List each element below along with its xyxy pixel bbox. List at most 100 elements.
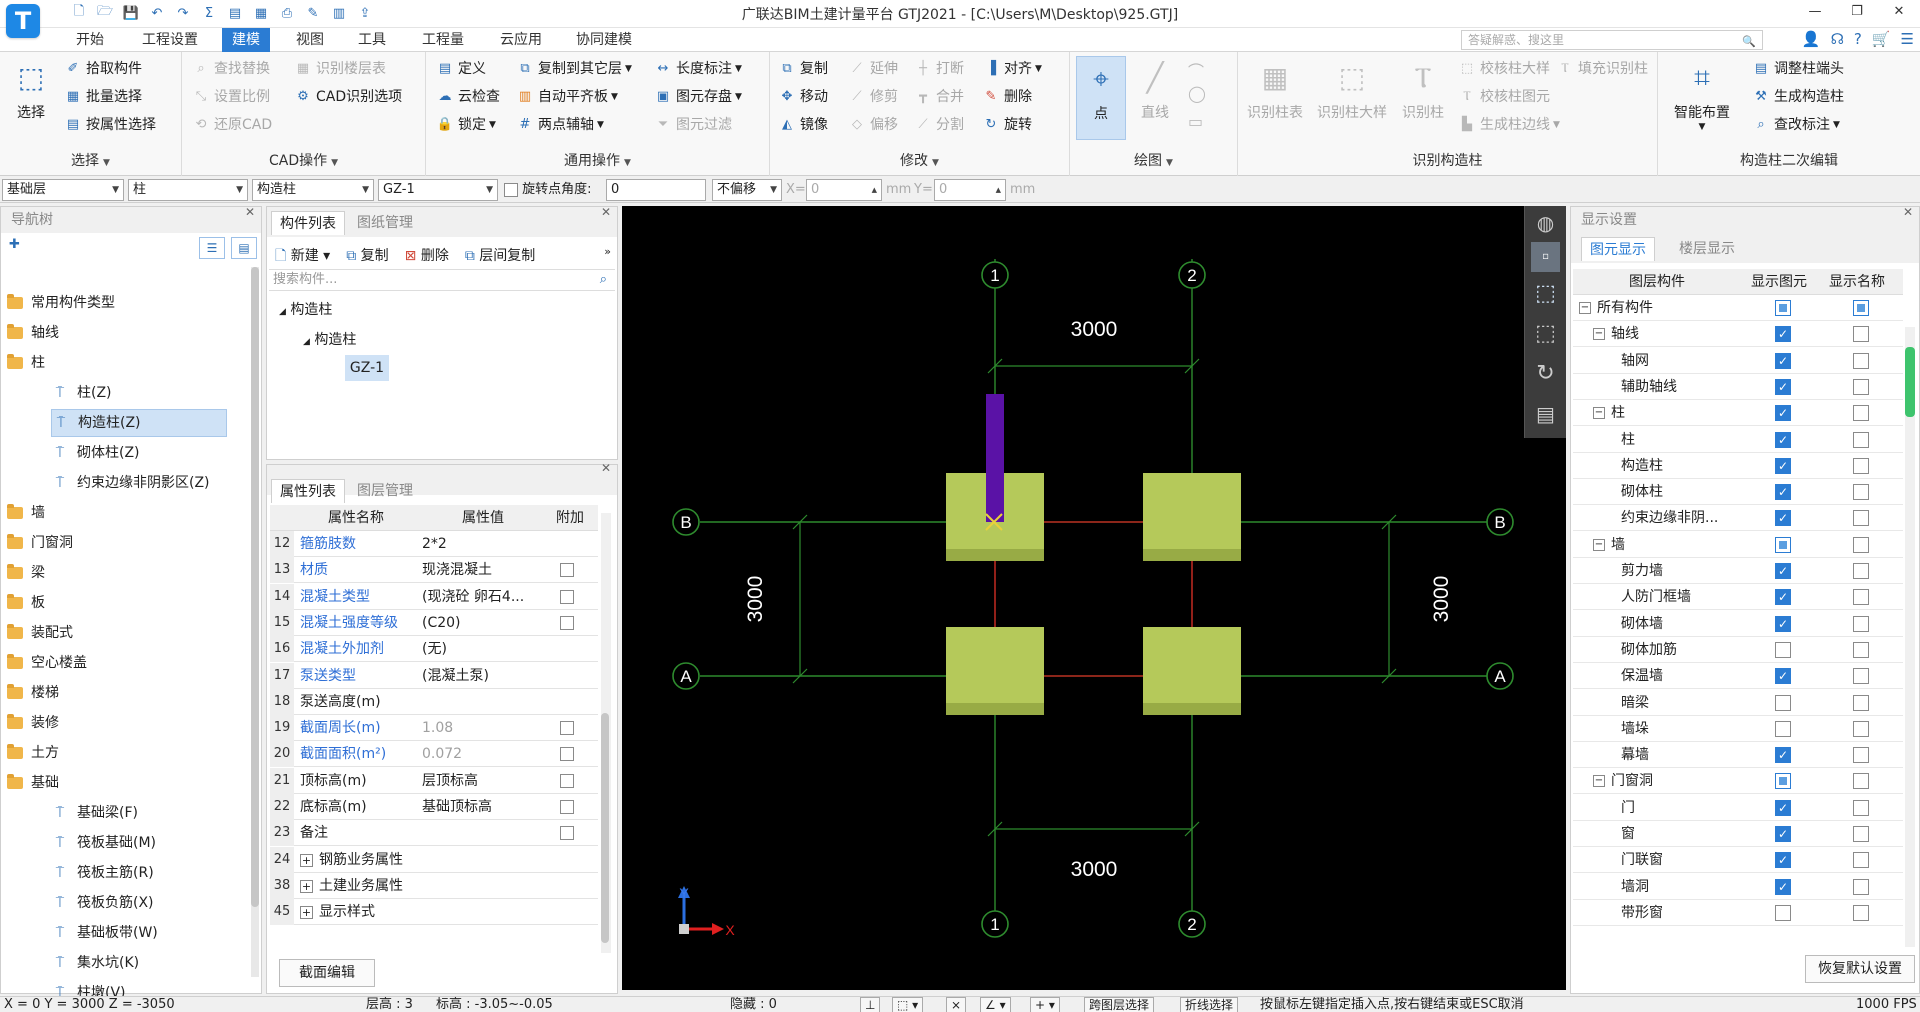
snap-button[interactable]: ⬚ ▾: [892, 997, 924, 1012]
show-element-checkbox[interactable]: ✓: [1775, 826, 1791, 842]
save-icon[interactable]: 💾: [120, 3, 142, 23]
sum-icon[interactable]: Σ: [198, 3, 220, 23]
copy-button[interactable]: ⧉ 复制: [778, 56, 828, 82]
property-row[interactable]: 19 截面周长(m) 1.08: [270, 715, 598, 742]
collapse-icon[interactable]: −: [1593, 775, 1605, 788]
extra-checkbox[interactable]: [560, 721, 574, 736]
property-value[interactable]: (现浇砼 卵石4...: [422, 584, 544, 610]
menu-icon[interactable]: ☰: [1901, 30, 1914, 48]
nav-item[interactable]: ⍑ 柱(Z): [51, 379, 112, 407]
show-name-checkbox[interactable]: [1853, 878, 1869, 895]
tab-property-list[interactable]: 属性列表: [271, 479, 345, 503]
section-edit-button[interactable]: 截面编辑: [279, 959, 375, 987]
tab-drawing-mgmt[interactable]: 图纸管理: [349, 211, 421, 235]
restore-cad-button[interactable]: ⟲ 还原CAD: [192, 112, 273, 138]
show-name-checkbox[interactable]: [1853, 589, 1869, 606]
show-name-checkbox[interactable]: [1853, 300, 1869, 316]
property-row[interactable]: 45 + 显示样式: [270, 899, 598, 926]
offset-select[interactable]: 不偏移 ▼: [712, 179, 782, 201]
layer-copy-button[interactable]: ⧉ 层间复制: [465, 245, 535, 269]
nav-item[interactable]: 门窗洞: [7, 529, 73, 557]
property-value[interactable]: 1.08: [422, 715, 544, 741]
type-select[interactable]: 构造柱 ▼: [252, 179, 374, 201]
show-element-checkbox[interactable]: ✓: [1775, 352, 1791, 369]
property-row[interactable]: 23 备注: [270, 820, 598, 847]
cart-icon[interactable]: 🛒: [1872, 30, 1891, 48]
save-elements-button[interactable]: ▣ 图元存盘 ▼: [654, 84, 742, 110]
smart-layout-button[interactable]: ⌗ 智能布置 ▼: [1666, 56, 1738, 132]
tab-element-display[interactable]: 图元显示: [1581, 237, 1655, 261]
extend-button[interactable]: ⟋ 延伸: [848, 56, 898, 82]
floor-select[interactable]: 基础层 ▼: [2, 179, 124, 201]
show-element-checkbox[interactable]: ✓: [1775, 615, 1791, 632]
show-element-checkbox[interactable]: ✓: [1775, 878, 1791, 895]
extra-checkbox[interactable]: [560, 773, 574, 788]
property-row[interactable]: 21 顶标高(m) 层顶标高: [270, 767, 598, 794]
show-name-checkbox[interactable]: [1853, 510, 1869, 527]
rotate-button[interactable]: ↻ 旋转: [982, 112, 1032, 138]
extra-checkbox[interactable]: [560, 747, 574, 762]
display-scrollbar[interactable]: [1905, 327, 1915, 947]
adjust-column-end-button[interactable]: ▤ 调整柱端头: [1752, 56, 1844, 82]
property-row[interactable]: 20 截面面积(m²) 0.072: [270, 741, 598, 768]
show-name-checkbox[interactable]: [1853, 352, 1869, 369]
nav-item[interactable]: 基础: [7, 769, 59, 797]
close-icon[interactable]: ✕: [1903, 205, 1913, 219]
show-name-checkbox[interactable]: [1853, 668, 1869, 685]
delete-button[interactable]: ✎ 删除: [982, 84, 1032, 110]
property-row[interactable]: 15 混凝土强度等级 (C20): [270, 609, 598, 636]
move-button[interactable]: ✥ 移动: [778, 84, 828, 110]
property-row[interactable]: 16 混凝土外加剂 (无): [270, 636, 598, 663]
list-view-icon[interactable]: ☰: [199, 237, 225, 259]
show-name-checkbox[interactable]: [1853, 720, 1869, 737]
check-column-detail-button[interactable]: ⬚ 校核柱大样: [1458, 56, 1550, 82]
show-element-checkbox[interactable]: [1775, 720, 1791, 737]
property-value[interactable]: 现浇混凝土: [422, 557, 544, 583]
show-name-checkbox[interactable]: [1853, 694, 1869, 711]
tab-start[interactable]: 开始: [66, 28, 114, 52]
show-element-checkbox[interactable]: ✓: [1775, 563, 1791, 579]
show-element-checkbox[interactable]: ✓: [1775, 799, 1791, 816]
tab-collab[interactable]: 协同建模: [566, 28, 642, 52]
polyline-select-button[interactable]: 折线选择: [1180, 997, 1239, 1012]
close-icon[interactable]: ✕: [601, 205, 611, 219]
show-element-checkbox[interactable]: ✓: [1775, 326, 1791, 343]
minimize-icon[interactable]: —: [1794, 0, 1836, 22]
pin-icon[interactable]: ✚: [9, 237, 20, 252]
offset-button[interactable]: ◇ 偏移: [848, 112, 898, 138]
show-name-checkbox[interactable]: [1853, 615, 1869, 632]
identify-column-table-button[interactable]: ▦ 识别柱表: [1242, 56, 1308, 122]
show-name-checkbox[interactable]: [1853, 904, 1869, 921]
property-row[interactable]: 24 + 钢筋业务属性: [270, 846, 598, 873]
expand-icon[interactable]: +: [300, 853, 313, 867]
show-name-checkbox[interactable]: [1853, 431, 1869, 448]
nav-item[interactable]: ⍑ 砌体柱(Z): [51, 439, 140, 467]
show-name-checkbox[interactable]: [1853, 326, 1869, 343]
show-name-checkbox[interactable]: [1853, 378, 1869, 395]
property-row[interactable]: 17 泵送类型 (混凝土泵): [270, 662, 598, 689]
extra-checkbox[interactable]: [560, 615, 574, 630]
redo-icon[interactable]: ↷: [172, 3, 194, 23]
property-value[interactable]: 层顶标高: [422, 768, 544, 794]
show-name-checkbox[interactable]: [1853, 826, 1869, 842]
show-name-checkbox[interactable]: [1853, 799, 1869, 816]
show-element-checkbox[interactable]: ✓: [1775, 589, 1791, 606]
tab-tools[interactable]: 工具: [348, 28, 396, 52]
3d-cube-icon[interactable]: ⬚: [1525, 274, 1566, 314]
tab-component-list[interactable]: 构件列表: [271, 211, 345, 235]
open-icon[interactable]: 🗁: [94, 3, 116, 23]
member-select[interactable]: GZ-1 ▼: [378, 179, 498, 201]
show-element-checkbox[interactable]: ✓: [1775, 852, 1791, 869]
x-input[interactable]: 0▲▼: [806, 179, 882, 214]
check-column-element-button[interactable]: Ⲧ 校核柱图元: [1458, 84, 1550, 110]
edit-label-button[interactable]: ⌕ 查改标注 ▼: [1752, 112, 1840, 138]
arc-icon[interactable]: ⌒: [1188, 58, 1204, 82]
extra-checkbox[interactable]: [560, 589, 574, 604]
show-element-checkbox[interactable]: ✓: [1775, 747, 1791, 764]
show-element-checkbox[interactable]: ✓: [1775, 510, 1791, 527]
cross-select-button[interactable]: ⨯: [946, 997, 967, 1012]
nav-item[interactable]: ⍑ 筏板基础(M): [51, 829, 156, 857]
tab-view[interactable]: 视图: [286, 28, 334, 52]
split-button[interactable]: ⟋ 分割: [914, 112, 964, 138]
expand-icon[interactable]: +: [300, 906, 313, 920]
